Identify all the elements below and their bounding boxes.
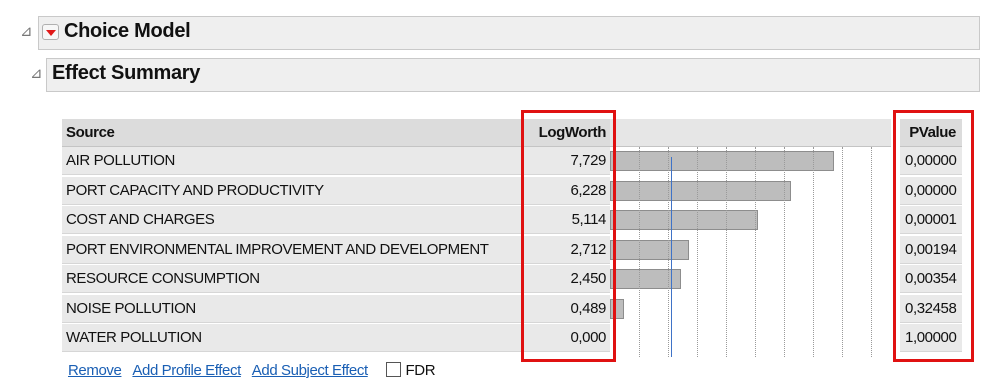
- add-profile-effect-link[interactable]: Add Profile Effect: [132, 362, 241, 379]
- logworth-bar-cell: [610, 235, 891, 264]
- source-cell: AIR POLLUTION: [62, 147, 532, 175]
- logworth-bar: [610, 239, 689, 260]
- grid-line: [726, 147, 727, 357]
- source-cell: COST AND CHARGES: [62, 206, 532, 234]
- choice-model-title: Choice Model: [64, 20, 191, 42]
- source-cell: NOISE POLLUTION: [62, 294, 532, 323]
- fdr-label: FDR: [405, 362, 436, 379]
- grid-line: [784, 147, 785, 357]
- grid-line: [697, 147, 698, 357]
- disclosure-icon[interactable]: ⊿: [20, 24, 33, 39]
- header-chart: [610, 119, 891, 147]
- red-triangle-menu-icon[interactable]: [42, 24, 59, 40]
- pvalue-highlight-box: [893, 110, 974, 362]
- source-cell: PORT CAPACITY AND PRODUCTIVITY: [62, 176, 532, 205]
- logworth-bar-cell: [610, 176, 891, 205]
- logworth-bar-cell: [610, 265, 891, 293]
- grid-line: [668, 147, 669, 357]
- header-source[interactable]: Source: [62, 119, 532, 147]
- logworth-bar-cell: [610, 294, 891, 323]
- reference-line: [671, 157, 672, 357]
- source-cell: RESOURCE CONSUMPTION: [62, 265, 532, 293]
- remove-link[interactable]: Remove: [68, 362, 122, 379]
- grid-line: [639, 147, 640, 357]
- logworth-bar-cell: [610, 324, 891, 352]
- logworth-bar: [610, 151, 835, 171]
- disclosure-icon[interactable]: ⊿: [30, 66, 43, 81]
- grid-line: [755, 147, 756, 357]
- logworth-bar-cell: [610, 147, 891, 175]
- effect-summary-title: Effect Summary: [52, 62, 201, 84]
- logworth-highlight-box: [521, 110, 616, 362]
- logworth-bar: [610, 210, 759, 230]
- add-subject-effect-link[interactable]: Add Subject Effect: [252, 362, 368, 379]
- logworth-bar-cell: [610, 206, 891, 234]
- source-cell: PORT ENVIRONMENTAL IMPROVEMENT AND DEVEL…: [62, 235, 532, 264]
- footer-actions: Remove Add Profile Effect Add Subject Ef…: [68, 362, 436, 379]
- source-cell: WATER POLLUTION: [62, 324, 532, 352]
- grid-line: [871, 147, 872, 357]
- grid-line: [842, 147, 843, 357]
- fdr-checkbox[interactable]: [385, 362, 401, 377]
- logworth-bar: [610, 180, 791, 201]
- grid-line: [813, 147, 814, 357]
